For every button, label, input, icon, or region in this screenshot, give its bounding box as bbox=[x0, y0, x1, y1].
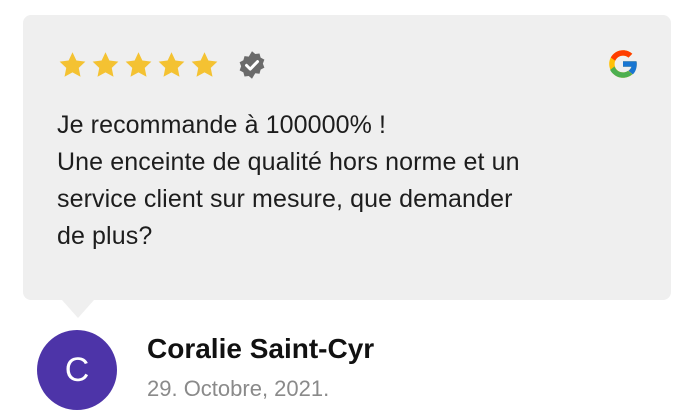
star-icon bbox=[125, 52, 152, 77]
google-logo-icon bbox=[609, 50, 638, 78]
avatar-initial: C bbox=[64, 350, 90, 389]
author-name: Coralie Saint-Cyr bbox=[147, 333, 375, 364]
review-text-line: de plus? bbox=[57, 222, 153, 250]
review-text-line: Une enceinte de qualité hors norme et un bbox=[57, 148, 520, 176]
review-text: Je recommande à 100000% ! Une enceinte d… bbox=[57, 107, 637, 255]
star-icon bbox=[59, 52, 86, 77]
star-rating bbox=[57, 48, 267, 82]
verified-badge-icon bbox=[239, 51, 265, 79]
speech-bubble-tail bbox=[62, 300, 94, 318]
review-text-line: Je recommande à 100000% ! bbox=[57, 111, 387, 139]
review-text-line: service client sur mesure, que demander bbox=[57, 185, 513, 213]
avatar: C bbox=[37, 330, 117, 410]
star-icon bbox=[92, 52, 119, 77]
star-icon bbox=[158, 52, 185, 77]
review-card: Je recommande à 100000% ! Une enceinte d… bbox=[23, 15, 671, 300]
star-icon bbox=[191, 52, 218, 77]
review-date: 29. Octobre, 2021. bbox=[147, 376, 330, 401]
